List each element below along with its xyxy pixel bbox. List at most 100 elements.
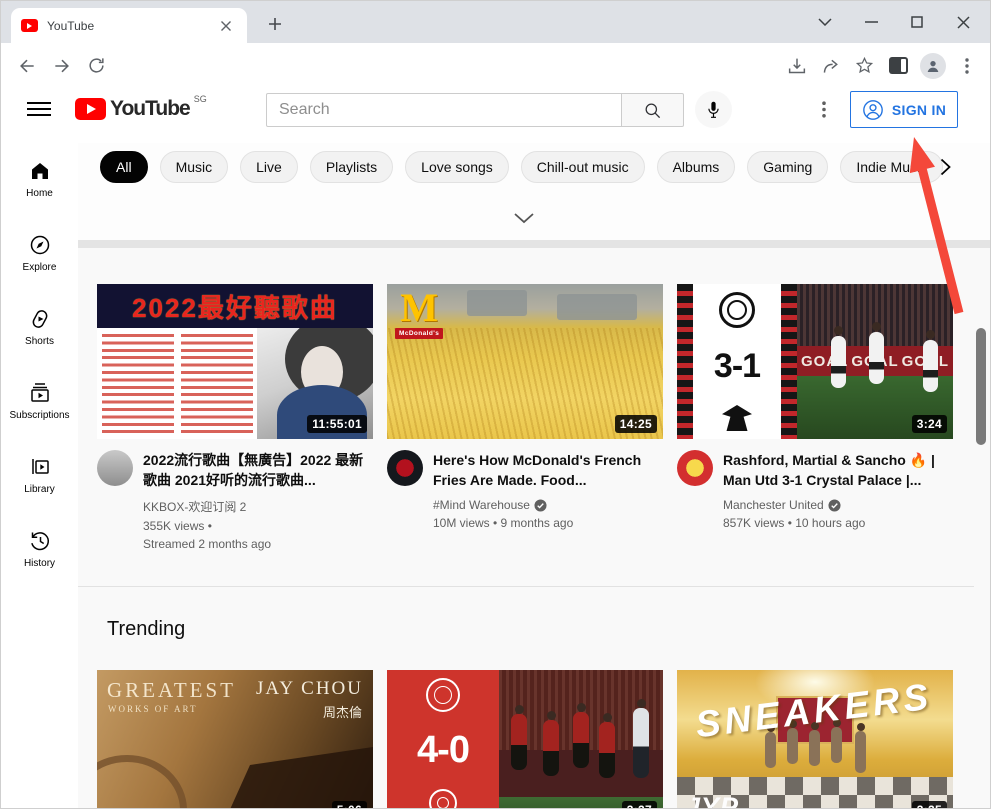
maximize-button[interactable] <box>894 1 940 43</box>
home-icon <box>28 159 52 183</box>
video-thumbnail[interactable]: 2022最好聽歌曲 11:55:01 <box>97 284 373 439</box>
video-thumbnail[interactable]: 4-0 3:27 <box>387 670 663 809</box>
video-thumbnail[interactable]: SNEAKERS JYP OFFICIAL 3:25 <box>677 670 953 809</box>
chip-music[interactable]: Music <box>160 151 229 183</box>
video-card[interactable]: 2022最好聽歌曲 11:55:01 2022流行歌曲【無廣告】2022 最新歌… <box>97 284 373 551</box>
scrollbar-thumb[interactable] <box>976 328 986 445</box>
duration-badge: 3:24 <box>912 415 947 433</box>
back-button[interactable] <box>13 52 40 79</box>
crystal-palace-crest-icon <box>722 405 752 431</box>
window-close-button[interactable] <box>940 1 986 43</box>
sidebar-item-subscriptions[interactable]: Subscriptions <box>1 381 78 433</box>
new-tab-button[interactable] <box>264 13 286 35</box>
thumbnail-photo <box>499 670 663 809</box>
video-card[interactable]: SNEAKERS JYP OFFICIAL 3:25 <box>677 670 953 809</box>
sign-in-label: SIGN IN <box>892 102 946 118</box>
history-icon <box>28 529 52 553</box>
video-thumbnail[interactable]: GREATEST WORKS OF ART JAY CHOU 周杰倫 5:06 <box>97 670 373 809</box>
youtube-favicon-icon <box>21 19 38 32</box>
duration-badge: 3:25 <box>912 801 947 809</box>
chip-love-songs[interactable]: Love songs <box>405 151 509 183</box>
video-title[interactable]: 2022流行歌曲【無廣告】2022 最新歌曲 2021好听的流行歌曲... <box>143 450 371 490</box>
section-divider <box>78 586 974 587</box>
install-icon[interactable] <box>783 52 810 79</box>
voice-search-icon[interactable] <box>695 91 732 128</box>
sidebar-item-explore[interactable]: Explore <box>1 233 78 285</box>
window-more-icon[interactable] <box>802 1 848 43</box>
browser-window: YouTube <box>0 0 991 809</box>
video-title[interactable]: Rashford, Martial & Sancho 🔥 | Man Utd 3… <box>723 450 951 490</box>
video-card[interactable]: GREATEST WORKS OF ART JAY CHOU 周杰倫 5:06 <box>97 670 373 809</box>
library-icon <box>28 455 52 479</box>
youtube-settings-menu-icon[interactable] <box>813 98 835 120</box>
video-thumbnail[interactable]: M McDonald's 14:25 <box>387 284 663 439</box>
sidebar-item-shorts[interactable]: Shorts <box>1 307 78 359</box>
thumbnail-artist-cjk: 周杰倫 <box>323 702 362 721</box>
country-code-badge: SG <box>194 94 207 104</box>
search-button[interactable] <box>622 93 684 127</box>
thumbnail-headline: 2022最好聽歌曲 <box>132 288 338 325</box>
bookmark-star-icon[interactable] <box>851 52 878 79</box>
share-icon[interactable] <box>817 52 844 79</box>
guide-sidebar: Home Explore Shorts Subscriptions Librar… <box>1 143 78 808</box>
verified-badge-icon <box>534 499 547 512</box>
search-input[interactable] <box>266 93 622 127</box>
browser-menu-icon[interactable] <box>953 52 980 79</box>
channel-name[interactable]: #Mind Warehouse <box>433 498 530 512</box>
scoreboard-panel: 3-1 <box>693 284 781 439</box>
mcdonalds-logo: M McDonald's <box>395 288 443 339</box>
chip-playlists[interactable]: Playlists <box>310 151 393 183</box>
chip-live[interactable]: Live <box>240 151 298 183</box>
channel-name[interactable]: KKBOX-欢迎订阅 2 <box>143 498 246 515</box>
sidebar-item-history[interactable]: History <box>1 529 78 581</box>
tab-close-icon[interactable] <box>215 15 237 37</box>
browser-tab[interactable]: YouTube <box>11 8 247 43</box>
profile-button[interactable] <box>919 52 946 79</box>
man-utd-crest-icon <box>719 292 755 328</box>
channel-avatar[interactable] <box>387 450 423 486</box>
collapsed-banner-strip <box>78 240 990 248</box>
video-meta: 10M views • 9 months ago <box>433 516 661 530</box>
liverpool-crest-icon <box>429 789 457 809</box>
guide-menu-icon[interactable] <box>27 98 51 120</box>
channel-name[interactable]: Manchester United <box>723 498 824 512</box>
verified-badge-icon <box>828 499 841 512</box>
channel-avatar[interactable] <box>677 450 713 486</box>
person-circle-icon <box>862 99 884 121</box>
sidebar-item-home[interactable]: Home <box>1 159 78 211</box>
expand-chevron-down-icon[interactable] <box>511 208 537 228</box>
toolbar-right-icons <box>783 52 980 79</box>
thumbnail-title: GREATEST <box>107 678 236 703</box>
tab-strip: YouTube <box>1 1 990 43</box>
chips-scroll-right-icon[interactable] <box>932 154 958 180</box>
filter-chip-bar: All Music Live Playlists Love songs Chil… <box>100 151 943 183</box>
video-card[interactable]: 4-0 3:27 <box>387 670 663 809</box>
video-thumbnail[interactable]: 3-1 GOAL GOAL GOAL 3:24 <box>677 284 953 439</box>
chip-gaming[interactable]: Gaming <box>747 151 828 183</box>
side-panel-button[interactable] <box>885 52 912 79</box>
forward-button[interactable] <box>48 52 75 79</box>
subscriptions-icon <box>28 381 52 405</box>
video-card[interactable]: 3-1 GOAL GOAL GOAL 3:24 Rashford <box>677 284 953 530</box>
youtube-logo-text: YouTube <box>110 96 190 122</box>
chip-chill-out-music[interactable]: Chill-out music <box>521 151 645 183</box>
browser-toolbar: youtube.com <box>1 43 990 87</box>
youtube-logo[interactable]: YouTube SG <box>75 96 207 122</box>
chip-all[interactable]: All <box>100 151 148 183</box>
jyp-watermark: JYP OFFICIAL <box>685 792 812 809</box>
video-title[interactable]: Here's How McDonald's French Fries Are M… <box>433 450 661 490</box>
minimize-button[interactable] <box>848 1 894 43</box>
duration-badge: 11:55:01 <box>307 415 367 433</box>
video-card[interactable]: M McDonald's 14:25 Here's How McDonald's… <box>387 284 663 530</box>
channel-avatar[interactable] <box>97 450 133 486</box>
window-controls <box>802 1 986 43</box>
reload-button[interactable] <box>83 52 110 79</box>
man-utd-crest-icon <box>426 678 460 712</box>
compass-icon <box>28 233 52 257</box>
video-meta: 355K views • <box>143 519 371 533</box>
sidebar-item-library[interactable]: Library <box>1 455 78 507</box>
chip-indie-music[interactable]: Indie Music <box>840 151 943 183</box>
tab-title: YouTube <box>47 19 206 33</box>
sign-in-button[interactable]: SIGN IN <box>850 91 958 128</box>
chip-albums[interactable]: Albums <box>657 151 736 183</box>
